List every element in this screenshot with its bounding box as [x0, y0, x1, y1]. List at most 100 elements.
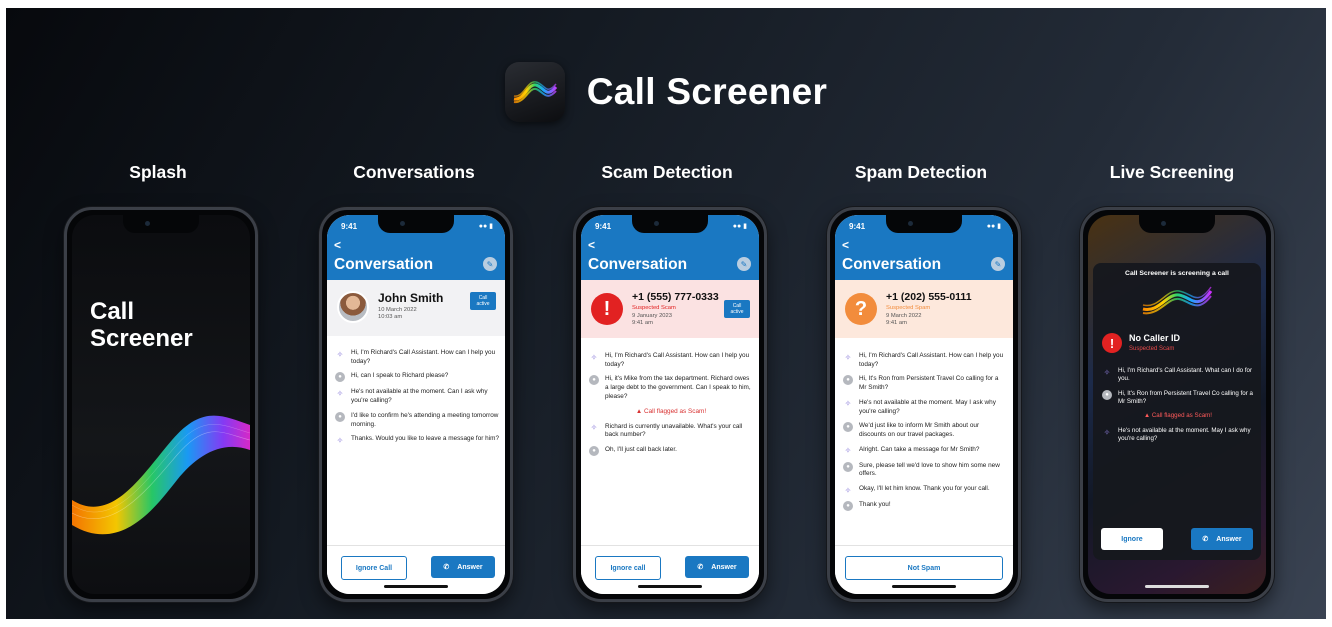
rainbow-wave-icon: [1142, 286, 1213, 315]
screening-card: Call Screener is screening a call ! No C…: [1093, 263, 1261, 560]
status-icons: ●● ▮: [986, 223, 1001, 230]
caller-icon: ●: [843, 501, 853, 512]
exclamation-icon: !: [591, 293, 623, 325]
status-icons: ●● ▮: [478, 223, 493, 230]
message-text: Richard is currently unavailable. What's…: [605, 422, 743, 439]
assistant-icon: ✧: [590, 352, 598, 362]
message-row: ● Sure, please tell we'd love to show him…: [843, 461, 1007, 479]
message-text: Alright. Can take a message for Mr Smith…: [859, 445, 980, 453]
phone-conversations: 9:41 ●● ▮ < Conversation ✎ John Smith 10…: [319, 207, 513, 602]
notch: [123, 215, 199, 233]
spam-screen: 9:41 ●● ▮ < Conversation ✎ ? +1 (202) 55…: [835, 215, 1013, 594]
message-row: ● Oh, I'll just call back later.: [589, 445, 753, 456]
message-text: Oh, I'll just call back later.: [605, 445, 677, 453]
message-row: ✧ Hi, I'm Richard's Call Assistant. How c…: [843, 352, 1007, 369]
edit-icon[interactable]: ✎: [991, 257, 1005, 271]
back-icon[interactable]: <: [334, 238, 341, 252]
warning-icon: ▲: [1143, 412, 1151, 420]
assistant-icon: ✧: [590, 423, 598, 433]
message-row: ✧ Okay, I'll let him know. Thank you for …: [843, 485, 1007, 495]
message-text: Hi, I'm Richard's Call Assistant. How ca…: [351, 349, 496, 365]
label-live-screening: Live Screening: [1109, 162, 1235, 182]
assistant-icon: ✧: [336, 388, 344, 398]
message-row: ● Thank you!: [843, 501, 1007, 512]
scam-status: Suspected Scam: [1129, 346, 1175, 352]
assistant-icon: ✧: [844, 399, 852, 409]
message-row: ✧ Alright. Can take a message for Mr Smit…: [843, 446, 1007, 456]
notch: [378, 215, 454, 233]
call-time: 9:41 am: [886, 320, 907, 326]
home-indicator: [1145, 585, 1209, 588]
message-row: ✧ Richard is currently unavailable. What'…: [589, 423, 753, 440]
answer-button[interactable]: ✆ Answer: [685, 556, 749, 578]
message-text: Hi, it's Mike from the tax department. R…: [605, 375, 751, 400]
not-spam-button[interactable]: Not Spam: [845, 556, 1003, 580]
badge-line2: active: [730, 309, 744, 315]
phone-icon: ✆: [443, 564, 450, 571]
message-text: Hi, It's Ron from Persistent Travel Co c…: [859, 375, 999, 392]
message-list: ✧ Hi, I'm Richard's Call Assistant. How c…: [843, 352, 1007, 517]
answer-button[interactable]: ✆ Answer: [1191, 528, 1253, 550]
warning-icon: ▲: [635, 407, 643, 415]
label-scam-detection: Scam Detection: [601, 162, 733, 182]
message-row: ● Hi, It's Ron from Persistent Travel Co …: [843, 375, 1007, 392]
scam-screen: 9:41 ●● ▮ < Conversation ✎ ! +1 (555) 77…: [581, 215, 759, 594]
notch: [1139, 215, 1215, 233]
answer-label: Answer: [457, 563, 483, 571]
call-time: 10:03 am: [378, 314, 403, 320]
assistant-icon: ✧: [1103, 427, 1111, 437]
message-row: ✧ Hi, I'm Richard's Call Assistant. How c…: [335, 349, 499, 366]
call-date: 10 March 2022: [378, 307, 417, 313]
home-indicator: [892, 585, 956, 588]
assistant-icon: ✧: [844, 485, 852, 495]
caller-icon: ●: [589, 375, 599, 386]
assistant-icon: ✧: [844, 446, 852, 456]
edit-icon[interactable]: ✎: [483, 257, 497, 271]
phone-icon: ✆: [1202, 536, 1209, 543]
spam-status: Suspected Spam: [886, 305, 931, 311]
notch: [886, 215, 962, 233]
label-conversations: Conversations: [353, 162, 475, 182]
message-list: ✧ Hi, I'm Richard's Call Assistant. What …: [1102, 367, 1254, 450]
scam-flag-text: Call flagged as Scam!: [1151, 412, 1213, 420]
back-icon[interactable]: <: [588, 238, 595, 252]
phone-icon: ✆: [697, 564, 704, 571]
call-date: 9 January 2023: [632, 313, 672, 319]
ignore-call-button[interactable]: Ignore Call: [341, 556, 407, 580]
conversations-screen: 9:41 ●● ▮ < Conversation ✎ John Smith 10…: [327, 215, 505, 594]
scam-flag: ▲ Call flagged as Scam!: [589, 408, 753, 415]
edit-icon[interactable]: ✎: [737, 257, 751, 271]
contact-name: John Smith: [378, 291, 444, 305]
call-date: 9 March 2022: [886, 313, 922, 319]
message-text: Hi, I'm Richard's Call Assistant. How ca…: [859, 352, 1004, 368]
caller-icon: ●: [843, 422, 853, 433]
live-screen: Call Screener is screening a call ! No C…: [1088, 215, 1266, 594]
call-active-badge: Call active: [470, 292, 496, 310]
home-indicator: [384, 585, 448, 588]
ignore-call-button[interactable]: Ignore call: [595, 556, 661, 580]
question-icon: ?: [845, 293, 877, 325]
message-text: Hi, It's Ron from Persistent Travel Co c…: [1118, 389, 1253, 405]
label-splash: Splash: [129, 162, 187, 182]
avatar: [337, 291, 369, 323]
message-row: ✧ He's not available at the moment. Can I…: [335, 388, 499, 405]
answer-button[interactable]: ✆ Answer: [431, 556, 495, 578]
message-row: ● We'd just like to inform Mr Smith about…: [843, 422, 1007, 439]
status-time: 9:41: [849, 222, 866, 231]
assistant-icon: ✧: [336, 435, 344, 445]
message-text: Sure, please tell we'd love to show him …: [859, 461, 1000, 478]
splash-title: Call Screener: [90, 298, 230, 352]
phone-scam-detection: 9:41 ●● ▮ < Conversation ✎ ! +1 (555) 77…: [573, 207, 767, 602]
assistant-icon: ✧: [1103, 367, 1111, 377]
ignore-button[interactable]: Ignore: [1101, 528, 1163, 550]
scam-flag: ▲ Call flagged as Scam!: [1102, 412, 1254, 419]
action-bar: Ignore ✆ Answer: [1093, 528, 1261, 550]
back-icon[interactable]: <: [842, 238, 849, 252]
caller-number: +1 (202) 555-0111: [886, 291, 972, 303]
caller-icon: ●: [1102, 389, 1112, 400]
caller-icon: ●: [335, 372, 345, 383]
answer-label: Answer: [711, 563, 737, 571]
splash-title-line1: Call: [90, 298, 135, 325]
screen-title: Conversation: [334, 256, 434, 273]
home-indicator: [638, 585, 702, 588]
